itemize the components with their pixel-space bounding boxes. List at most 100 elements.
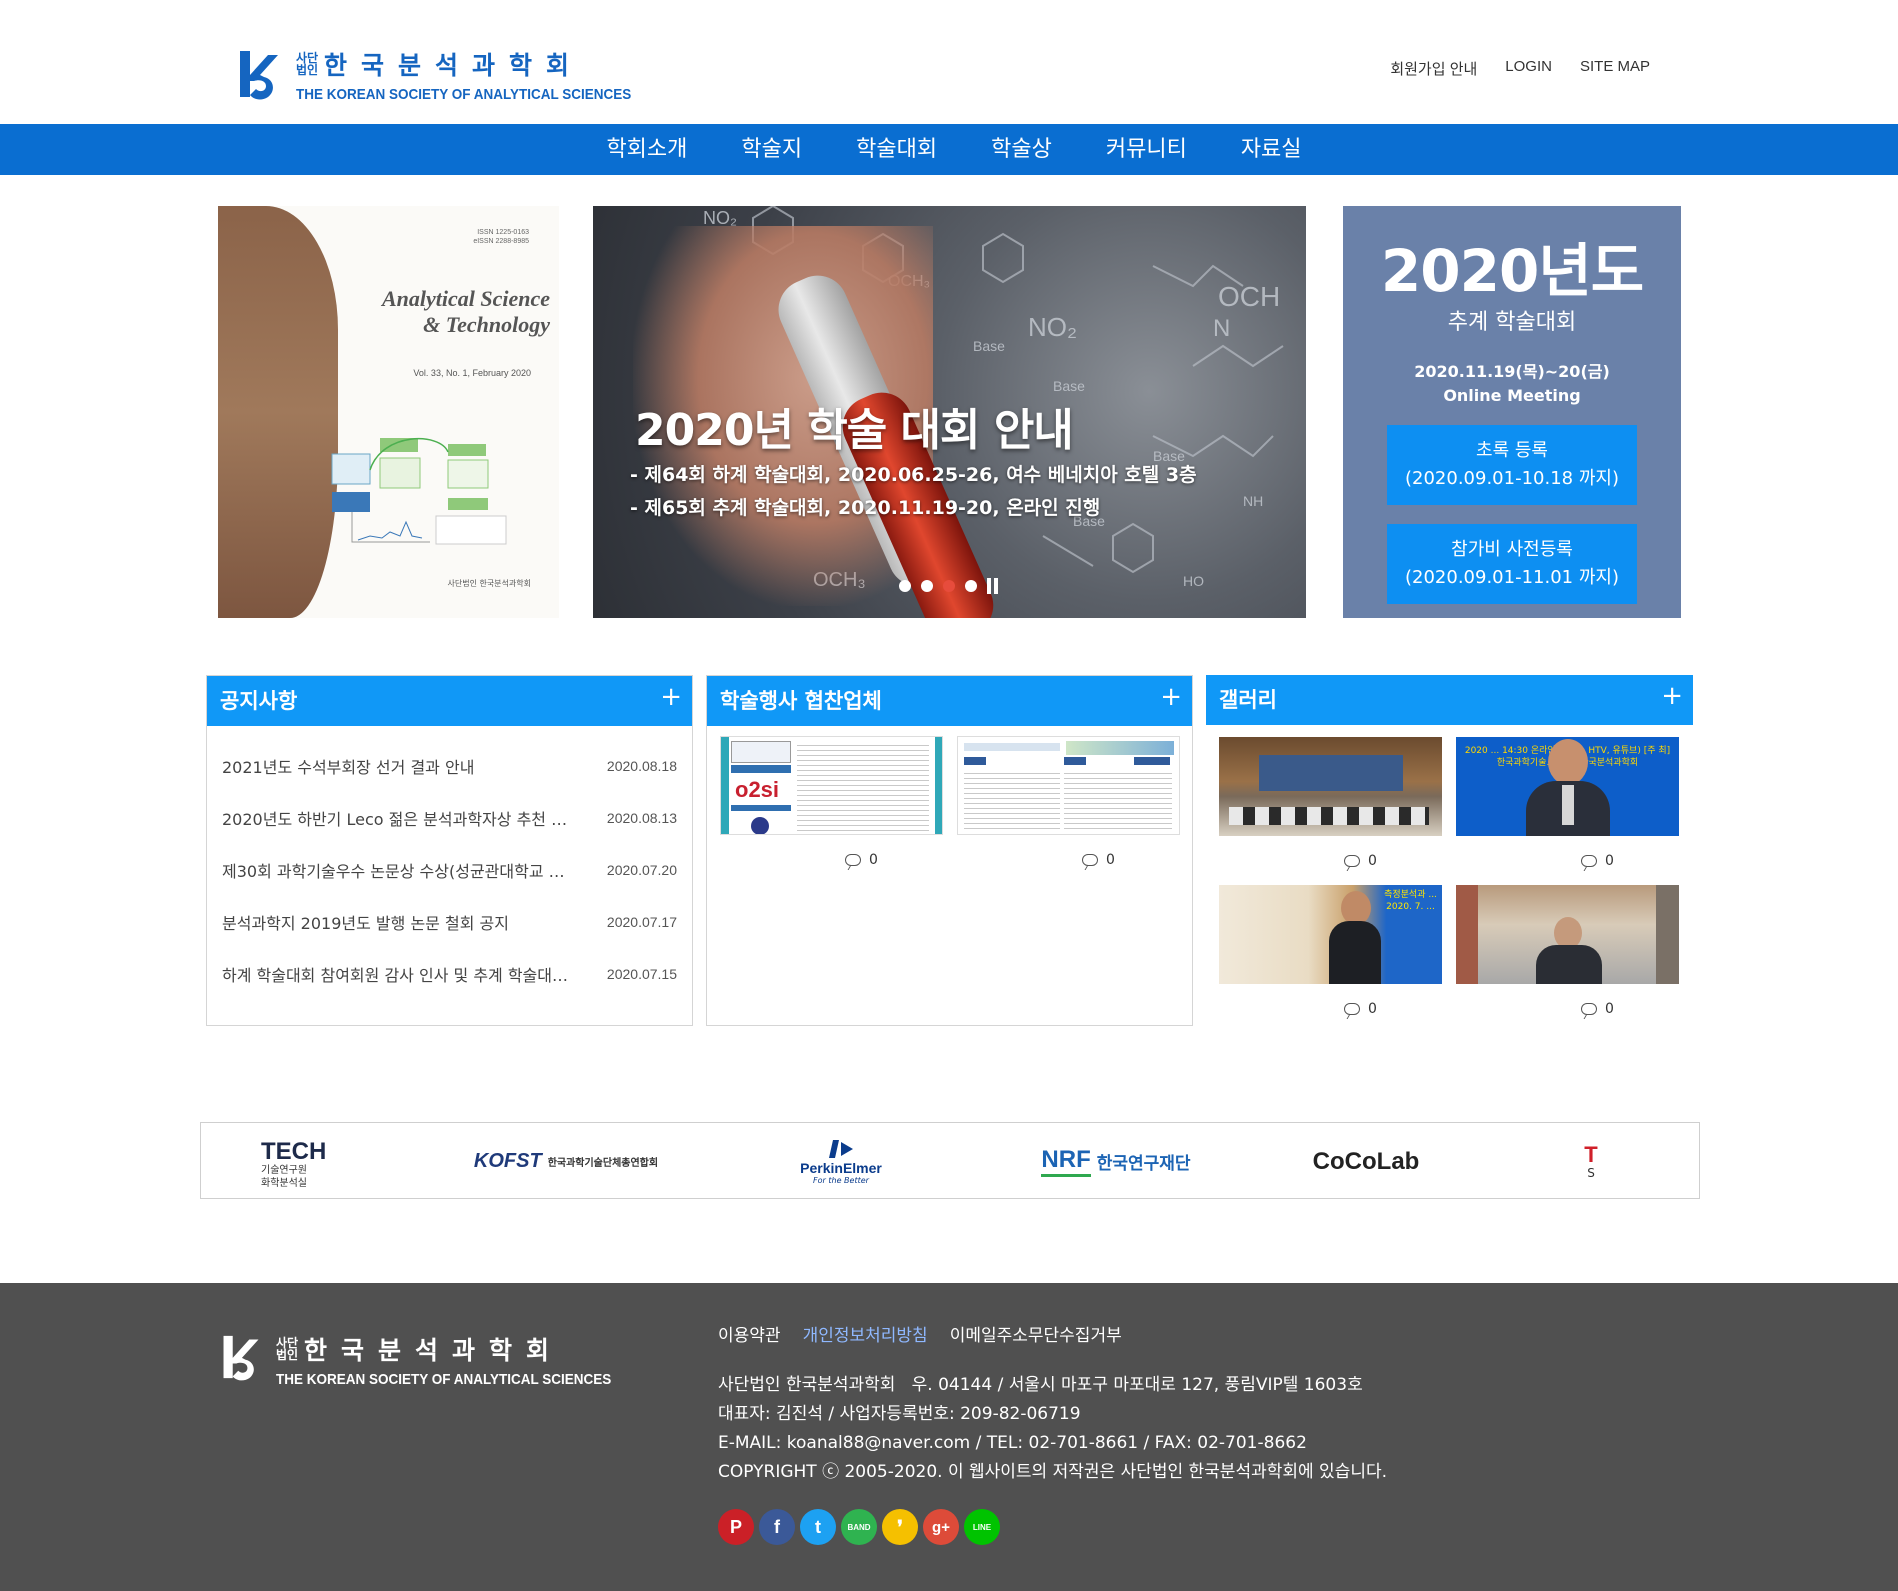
comment-icon [1344, 1002, 1361, 1015]
logo-korean-name: 한국분석과학회 [324, 50, 584, 80]
sitemap-link[interactable]: SITE MAP [1580, 58, 1650, 79]
gallery-photo[interactable]: 측정분석과 ... 2020. 7. ... [1219, 885, 1442, 984]
footer-logo-mark-icon [218, 1330, 264, 1388]
banner-nrf-sub: 한국연구재단 [1096, 1154, 1191, 1174]
login-link[interactable]: LOGIN [1505, 58, 1552, 79]
svg-text:Base: Base [973, 338, 1005, 354]
kakaostory-icon[interactable]: ❜ [882, 1509, 918, 1545]
banner-tech[interactable]: TECH 기술연구원 화학분석실 [261, 1123, 351, 1198]
nav-item-about[interactable]: 학회소개 [579, 124, 714, 175]
journal-cover-banner[interactable]: ISSN 1225-0163 eISSN 2288-8985 Analytica… [218, 206, 559, 618]
line-icon[interactable]: LINE [964, 1509, 1000, 1545]
nav-item-conference[interactable]: 학술대회 [829, 124, 964, 175]
gallery-grid: 0 2020 ... 14:30 온라인 성 (Y... HTV, 유튜브) [… [1206, 725, 1693, 1033]
logo-corporation-label: 사단 법인 [296, 50, 319, 77]
notice-board: 공지사항 + 2021년도 수석부회장 선거 결과 안내 2020.08.18 … [206, 675, 693, 1026]
notice-more-button[interactable]: + [660, 672, 682, 722]
list-item[interactable]: 하계 학술대회 참여회원 감사 인사 및 추계 학술대… 2020.07.15 [222, 948, 677, 1000]
nav-item-award[interactable]: 학술상 [964, 124, 1079, 175]
gallery-card[interactable]: 0 [1219, 737, 1442, 885]
svg-text:NO₂: NO₂ [1028, 312, 1077, 342]
abstract-register-button[interactable]: 초록 등록 (2020.09.01-10.18 까지) [1387, 425, 1637, 505]
gallery-photo[interactable]: 2020 ... 14:30 온라인 성 (Y... HTV, 유튜브) [주 … [1456, 737, 1679, 836]
pause-icon[interactable] [987, 578, 999, 594]
gallery-meta: 0 [1219, 984, 1442, 1033]
nav-item-journal[interactable]: 학술지 [714, 124, 829, 175]
banner-cocolab[interactable]: CoCoLab [1291, 1123, 1441, 1198]
banner-kofst[interactable]: KOFST 한국과학기술단체총연합회 [466, 1123, 666, 1198]
cover-volume: Vol. 33, No. 1, February 2020 [413, 368, 531, 378]
footer-info: 사단법인 한국분석과학회 우. 04144 / 서울시 마포구 마포대로 127… [718, 1371, 1387, 1487]
site-footer: 사단 법인 한국분석과학회 THE KOREAN SOCIETY OF ANALY… [0, 1283, 1898, 1591]
gallery-photo[interactable] [1219, 737, 1442, 836]
comment-count: 0 [1605, 852, 1614, 869]
svg-text:HO: HO [1183, 573, 1204, 589]
nav-item-community[interactable]: 커뮤니티 [1079, 124, 1214, 175]
sponsor-thumbnail[interactable]: o2si [720, 736, 943, 835]
perkinelmer-logo-icon [829, 1140, 853, 1158]
site-logo[interactable]: 사단 법인 한국분석과학회 THE KOREAN SOCIETY OF ANALY… [234, 44, 634, 104]
pre-registration-button[interactable]: 참가비 사전등록 (2020.09.01-11.01 까지) [1387, 524, 1637, 604]
logo-english-name: THE KOREAN SOCIETY OF ANALYTICAL SCIENCE… [296, 85, 632, 103]
slider-dot-2[interactable] [921, 580, 933, 592]
sponsor-card[interactable]: 0 [957, 736, 1180, 884]
banner-ts-sub: S [1587, 1165, 1595, 1180]
twitter-icon[interactable]: t [800, 1509, 836, 1545]
gallery-card[interactable]: 0 [1456, 885, 1679, 1033]
sponsor-thumbnail[interactable] [957, 736, 1180, 835]
notice-item-title[interactable]: 2021년도 수석부회장 선거 결과 안내 [222, 754, 592, 778]
privacy-policy-link[interactable]: 개인정보처리방침 [803, 1321, 928, 1346]
cover-publisher: 사단법인 한국분석과학회 [447, 579, 531, 588]
sponsor-card[interactable]: o2si 0 [720, 736, 943, 884]
svg-text:OCH: OCH [1218, 281, 1280, 312]
notice-title: 공지사항 [220, 689, 298, 713]
footer-logo-english-name: THE KOREAN SOCIETY OF ANALYTICAL SCIENCE… [276, 1370, 612, 1388]
list-item[interactable]: 2021년도 수석부회장 선거 결과 안내 2020.08.18 [222, 740, 677, 792]
sponsor-meta: 0 [957, 835, 1180, 884]
notice-item-date: 2020.08.18 [606, 758, 677, 774]
gallery-photo[interactable] [1456, 885, 1679, 984]
slider-dot-3[interactable] [943, 580, 955, 592]
list-item[interactable]: 2020년도 하반기 Leco 젊은 분석과학자상 추천 … 2020.08.1… [222, 792, 677, 844]
main-navigation: 학회소개 학술지 학술대회 학술상 커뮤니티 자료실 [0, 124, 1898, 175]
slider-dot-1[interactable] [899, 580, 911, 592]
banner-ts[interactable]: T S [1571, 1123, 1611, 1198]
banner-perkinelmer[interactable]: PerkinElmer For the Better [781, 1123, 901, 1198]
slider-dot-4[interactable] [965, 580, 977, 592]
notice-item-title[interactable]: 2020년도 하반기 Leco 젊은 분석과학자상 추천 … [222, 806, 592, 830]
banner-nrf-logo: NRF [1041, 1146, 1091, 1177]
email-refusal-link[interactable]: 이메일주소무단수집거부 [950, 1321, 1122, 1346]
utility-links: 회원가입 안내 LOGIN SITE MAP [1390, 58, 1650, 79]
gallery-card[interactable]: 측정분석과 ... 2020. 7. ... 0 [1219, 885, 1442, 1033]
facebook-icon[interactable]: f [759, 1509, 795, 1545]
banner-cocolab-logo: CoCoLab [1312, 1147, 1420, 1175]
sponsor-more-button[interactable]: + [1160, 672, 1182, 722]
comment-icon [1581, 854, 1598, 867]
banner-nrf[interactable]: NRF 한국연구재단 [1016, 1123, 1216, 1198]
comment-icon [1082, 853, 1099, 866]
notice-item-date: 2020.07.17 [606, 914, 677, 930]
gallery-meta: 0 [1219, 836, 1442, 885]
notice-item-title[interactable]: 제30회 과학기술우수 논문상 수상(성균관대학교 … [222, 858, 592, 882]
banner-perkinelmer-logo: PerkinElmer [800, 1160, 882, 1176]
cover-decoration [218, 206, 338, 618]
member-join-link[interactable]: 회원가입 안내 [1390, 58, 1477, 79]
pinterest-icon[interactable]: P [718, 1509, 754, 1545]
list-item[interactable]: 제30회 과학기술우수 논문상 수상(성균관대학교 … 2020.07.20 [222, 844, 677, 896]
gallery-board: 갤러리 + 0 2020 ... 14:30 온라인 성 (Y... HTV, … [1206, 675, 1693, 1026]
notice-item-title[interactable]: 하계 학술대회 참여회원 감사 인사 및 추계 학술대… [222, 962, 592, 986]
nav-item-archive[interactable]: 자료실 [1214, 124, 1329, 175]
svg-text:NO₂: NO₂ [703, 208, 737, 228]
notice-item-title[interactable]: 분석과학지 2019년도 발행 논문 철회 공지 [222, 910, 592, 934]
gallery-card[interactable]: 2020 ... 14:30 온라인 성 (Y... HTV, 유튜브) [주 … [1456, 737, 1679, 885]
terms-link[interactable]: 이용약관 [718, 1321, 781, 1346]
main-visual-slider[interactable]: NO₂ OCH₃ NO₂ OCH N Base Base Base Base O… [593, 206, 1306, 618]
band-icon[interactable]: BAND [841, 1509, 877, 1545]
notice-item-date: 2020.07.15 [606, 966, 677, 982]
sponsor-header: 학술행사 협찬업체 + [707, 676, 1192, 726]
slider-line-summer: - 제64회 하계 학술대회, 2020.06.25-26, 여수 베네치아 호… [630, 464, 1197, 486]
banner-ts-logo: T [1584, 1141, 1598, 1167]
list-item[interactable]: 분석과학지 2019년도 발행 논문 철회 공지 2020.07.17 [222, 896, 677, 948]
gallery-more-button[interactable]: + [1661, 671, 1683, 721]
googleplus-icon[interactable]: g+ [923, 1509, 959, 1545]
